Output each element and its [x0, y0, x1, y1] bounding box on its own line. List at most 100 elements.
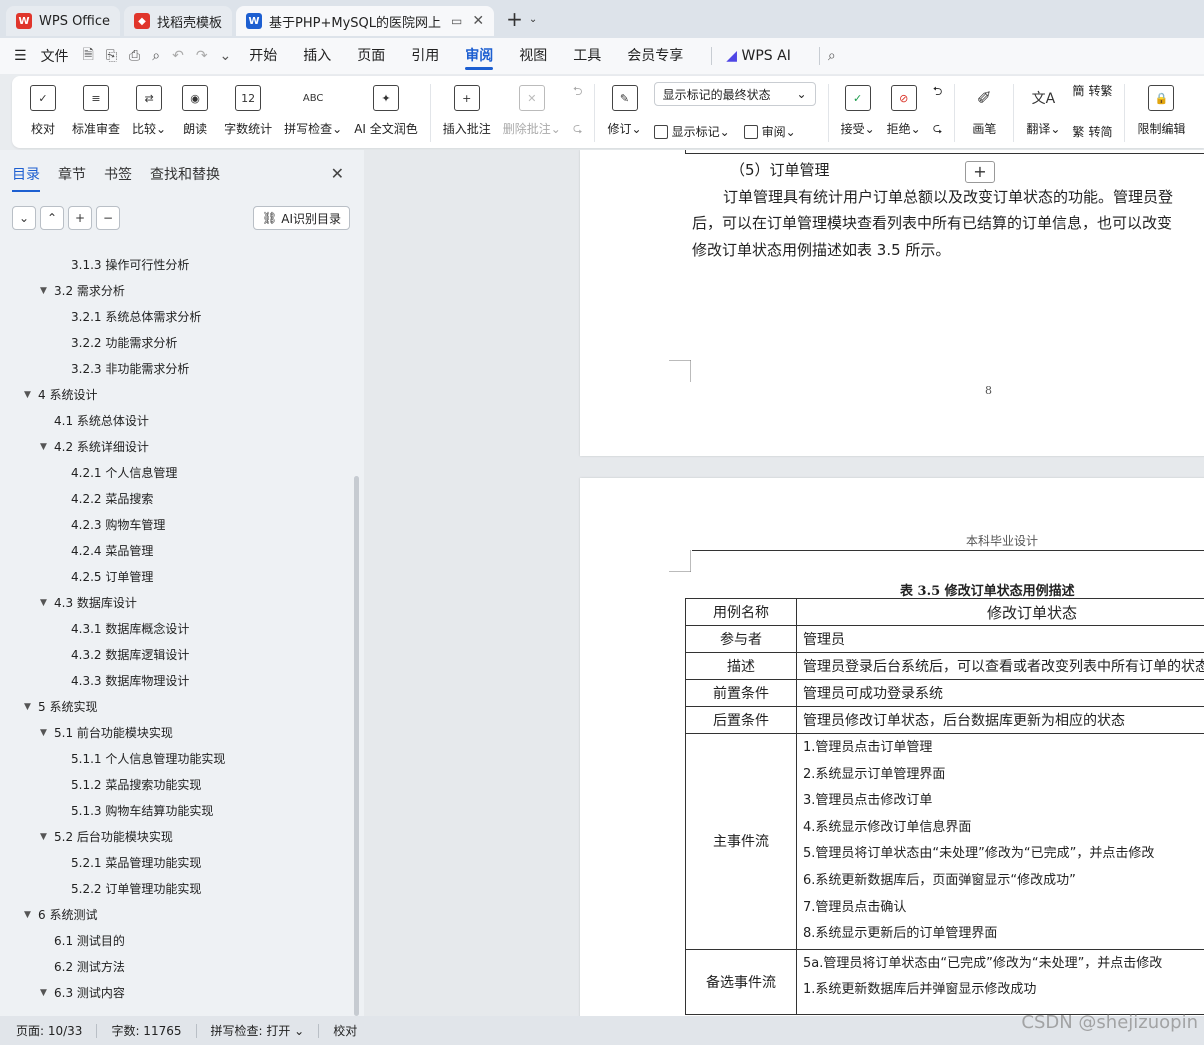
toc-item[interactable]: 3.2.2 功能需求分析 — [0, 330, 350, 356]
menu-tab-reference[interactable]: 引用 — [411, 38, 439, 74]
next-revision-icon[interactable]: ⮎ — [933, 119, 943, 140]
toc-item[interactable]: 3.2.3 非功能需求分析 — [0, 356, 350, 382]
add-row-icon[interactable]: + — [965, 161, 995, 183]
spell-check-button[interactable]: ABC 拼写检查⌄ — [284, 82, 342, 137]
delete-comment-button[interactable]: ✕ 删除批注⌄ — [503, 82, 561, 137]
nav-tab-toc[interactable]: 目录 — [12, 160, 40, 192]
menu-tab-member[interactable]: 会员专享 — [627, 38, 683, 74]
page-indicator[interactable]: 页面: 10/33 — [16, 1022, 82, 1039]
standard-review-button[interactable]: ≡ 标准审查 — [72, 82, 120, 137]
monitor-icon[interactable]: ▭ — [451, 14, 462, 28]
redo-icon[interactable]: ↷ — [196, 48, 208, 64]
to-traditional-button[interactable]: 簡转繁 — [1072, 82, 1112, 99]
toc-item[interactable]: ▼ 4 系统设计 — [0, 382, 350, 408]
pen-button[interactable]: ✐ 画笔 — [967, 82, 1001, 137]
proofread-button[interactable]: ✓ 校对 — [26, 82, 60, 137]
toc-item[interactable]: 4.2.1 个人信息管理 — [0, 460, 350, 486]
toc-item[interactable]: 4.3.2 数据库逻辑设计 — [0, 642, 350, 668]
show-markup-button[interactable]: 显示标记 ⌄ — [653, 123, 730, 140]
compare-button[interactable]: ⇄ 比较⌄ — [132, 82, 166, 137]
reject-button[interactable]: ⊘ 拒绝⌄ — [887, 82, 921, 137]
expand-triangle-icon[interactable]: ▼ — [40, 720, 47, 746]
expand-triangle-icon[interactable]: ▼ — [24, 382, 31, 408]
toc-item[interactable]: 6.2 测试方法 — [0, 954, 350, 980]
ai-toc-button[interactable]: ⛓ AI识别目录 — [253, 206, 350, 230]
toc-item[interactable]: 5.1.3 购物车结算功能实现 — [0, 798, 350, 824]
menu-tab-view[interactable]: 视图 — [519, 38, 547, 74]
close-tab-icon[interactable]: ✕ — [472, 13, 484, 29]
file-menu[interactable]: 文件 — [41, 46, 69, 66]
hamburger-icon[interactable]: ☰ — [14, 48, 27, 64]
search-icon[interactable]: ⌕ — [828, 48, 836, 64]
expand-triangle-icon[interactable]: ▼ — [40, 824, 47, 850]
to-simplified-button[interactable]: 繁转简 — [1072, 123, 1112, 140]
document-area[interactable]: （5）订单管理 + 订单管理具有统计用户订单总额以及改变订单状态的功能。管理员登… — [364, 150, 1204, 1016]
toc-scrollbar[interactable] — [354, 476, 359, 1016]
toc-item[interactable]: 5.2.2 订单管理功能实现 — [0, 876, 350, 902]
menu-tab-page[interactable]: 页面 — [357, 38, 385, 74]
toc-item[interactable]: 4.2.4 菜品管理 — [0, 538, 350, 564]
chevron-down-icon[interactable]: ⌄ — [12, 206, 36, 230]
share-icon[interactable]: ⎘ — [106, 48, 117, 64]
save-icon[interactable]: 🗎 — [83, 44, 94, 68]
toc-item[interactable]: ▼ 3.2 需求分析 — [0, 278, 350, 304]
toc-item[interactable]: 4.1 系统总体设计 — [0, 408, 350, 434]
toc-item[interactable]: ▼ 6.3 测试内容 — [0, 980, 350, 1006]
toc-item[interactable]: 4.3.1 数据库概念设计 — [0, 616, 350, 642]
word-count-indicator[interactable]: 字数: 11765 — [111, 1022, 181, 1039]
tab-wps-office[interactable]: W WPS Office — [6, 6, 121, 36]
undo-icon[interactable]: ↶ — [172, 48, 184, 64]
expand-triangle-icon[interactable]: ▼ — [40, 278, 47, 304]
toc-item[interactable]: ▼ 4.2 系统详细设计 — [0, 434, 350, 460]
expand-triangle-icon[interactable]: ▼ — [40, 980, 47, 1006]
expand-triangle-icon[interactable]: ▼ — [40, 590, 47, 616]
menu-tab-tools[interactable]: 工具 — [573, 38, 601, 74]
markup-state-dropdown[interactable]: 显示标记的最终状态 ⌄ — [653, 82, 816, 106]
chevron-down-icon[interactable]: ⌄ — [529, 14, 537, 25]
next-comment-icon[interactable]: ⮎ — [573, 119, 583, 140]
review-pane-button[interactable]: 审阅 ⌄ — [743, 123, 796, 140]
read-aloud-button[interactable]: ◉ 朗读 — [178, 82, 212, 137]
toc-item[interactable]: ▼ 5.1 前台功能模块实现 — [0, 720, 350, 746]
toc-item[interactable]: 4.2.5 订单管理 — [0, 564, 350, 590]
toc-item[interactable]: 4.3.3 数据库物理设计 — [0, 668, 350, 694]
insert-comment-button[interactable]: + 插入批注 — [443, 82, 491, 137]
toc-item[interactable]: 3.2.1 系统总体需求分析 — [0, 304, 350, 330]
menu-tab-home[interactable]: 开始 — [249, 38, 277, 74]
tab-template[interactable]: ◆ 找稻壳模板 — [124, 6, 233, 36]
spell-check-indicator[interactable]: 拼写检查: 打开 ⌄ — [211, 1022, 305, 1039]
close-icon[interactable]: ✕ — [331, 164, 344, 183]
toc-item[interactable]: 6.3.1 单元测试 — [0, 1006, 350, 1012]
track-changes-button[interactable]: ✎ 修订⌄ — [607, 82, 642, 137]
toc-item[interactable]: ▼ 5 系统实现 — [0, 694, 350, 720]
expand-triangle-icon[interactable]: ▼ — [24, 902, 31, 928]
remove-icon[interactable]: − — [96, 206, 120, 230]
restrict-editing-button[interactable]: 🔒 限制编辑 — [1137, 82, 1185, 137]
toc-item[interactable]: 4.2.3 购物车管理 — [0, 512, 350, 538]
new-tab-icon[interactable]: + — [506, 7, 523, 31]
chevron-up-icon[interactable]: ⌃ — [40, 206, 64, 230]
nav-tab-find-replace[interactable]: 查找和替换 — [150, 160, 220, 188]
add-icon[interactable]: + — [68, 206, 92, 230]
menu-tab-review[interactable]: 审阅 — [465, 38, 494, 74]
toc-item[interactable]: ▼ 4.3 数据库设计 — [0, 590, 350, 616]
menu-tab-insert[interactable]: 插入 — [303, 38, 331, 74]
chevron-down-icon[interactable]: ⌄ — [220, 48, 232, 64]
print-preview-icon[interactable]: ⌕ — [152, 48, 160, 64]
nav-tab-chapter[interactable]: 章节 — [58, 160, 86, 188]
toc-item[interactable]: ▼ 6 系统测试 — [0, 902, 350, 928]
toc-item[interactable]: 6.1 测试目的 — [0, 928, 350, 954]
toc-item[interactable]: 5.1.2 菜品搜索功能实现 — [0, 772, 350, 798]
expand-triangle-icon[interactable]: ▼ — [24, 694, 31, 720]
toc-item[interactable]: 5.1.1 个人信息管理功能实现 — [0, 746, 350, 772]
translate-button[interactable]: 文A 翻译⌄ — [1026, 82, 1060, 137]
accept-button[interactable]: ✓ 接受⌄ — [841, 82, 875, 137]
toc-item[interactable]: 5.2.1 菜品管理功能实现 — [0, 850, 350, 876]
nav-tab-bookmark[interactable]: 书签 — [104, 160, 132, 188]
proofread-indicator[interactable]: 校对 — [333, 1022, 357, 1039]
prev-comment-icon[interactable]: ⮌ — [573, 82, 583, 103]
print-icon[interactable]: ⎙ — [129, 48, 140, 64]
ai-polish-button[interactable]: ✦ AI 全文润色 — [354, 82, 418, 137]
tab-document[interactable]: W 基于PHP+MySQL的医院网上 ▭ ✕ — [236, 6, 495, 36]
toc-item[interactable]: ▼ 5.2 后台功能模块实现 — [0, 824, 350, 850]
